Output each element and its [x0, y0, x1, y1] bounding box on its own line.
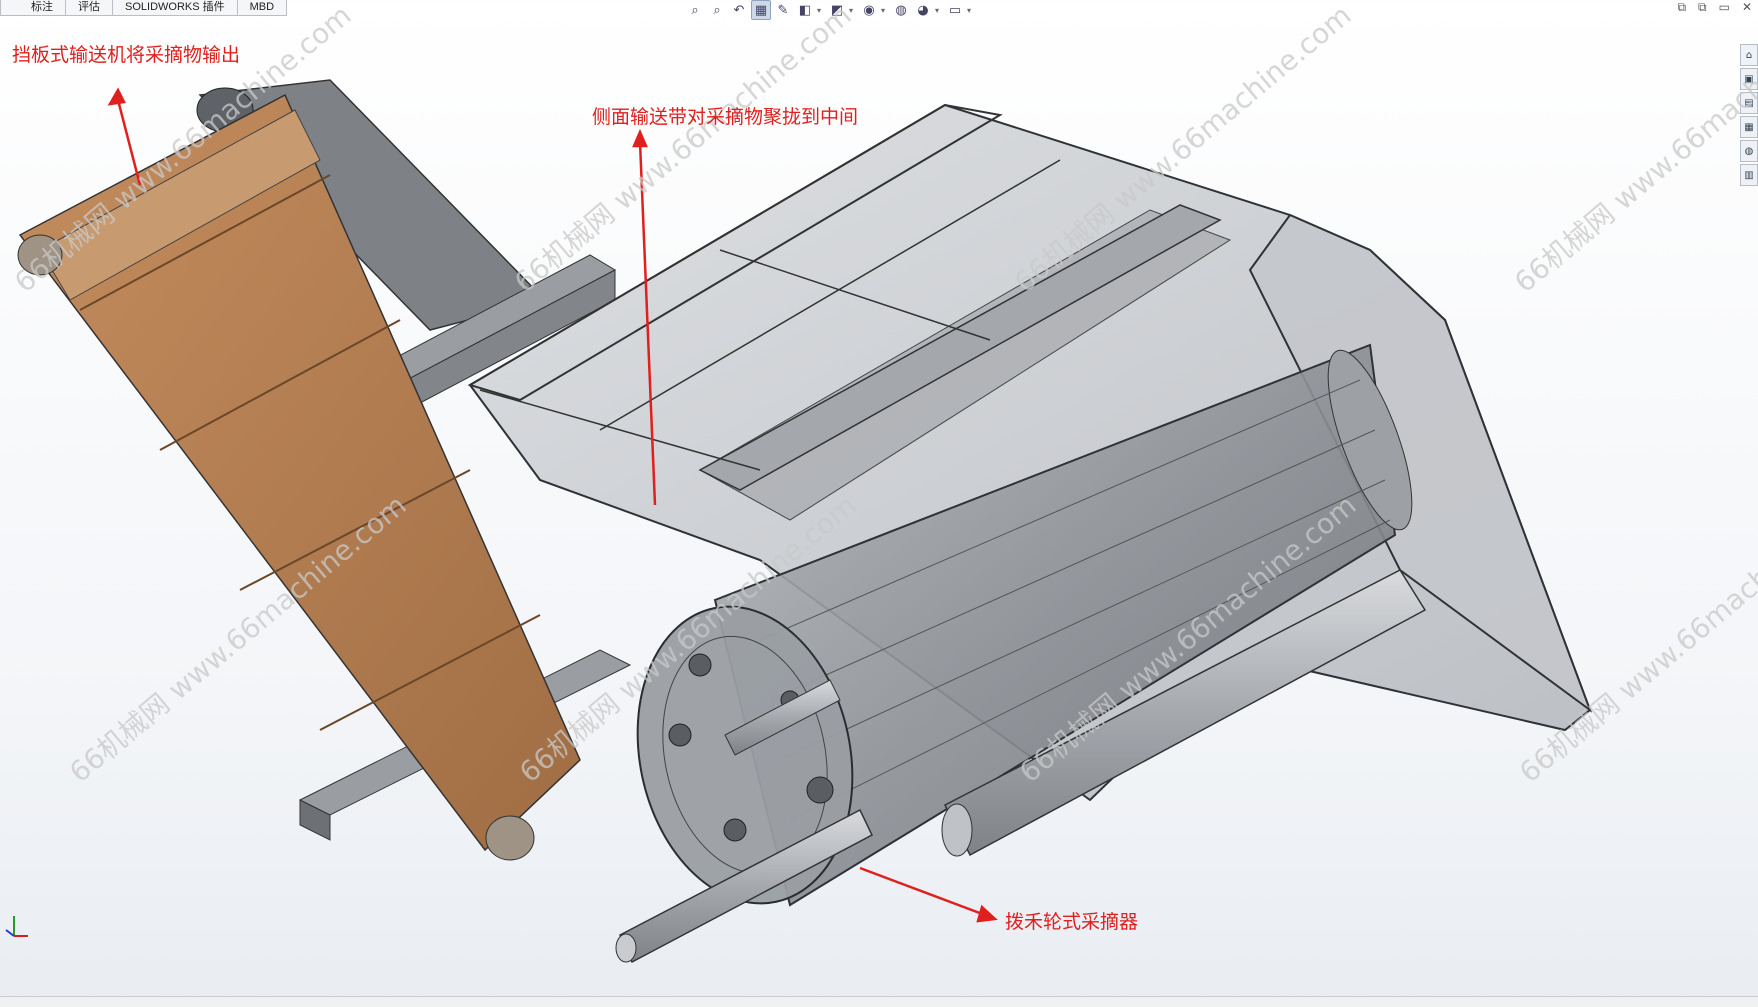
status-bar — [0, 996, 1758, 1007]
annotation-reel-picker: 拨禾轮式采摘器 — [1005, 911, 1139, 933]
annotation-side-belt: 侧面输送带对采摘物聚拢到中间 — [592, 106, 859, 128]
model-viewport[interactable] — [0, 0, 1758, 1006]
annotation-baffle-conveyor: 挡板式输送机将采摘物输出 — [12, 44, 241, 66]
baffle-conveyor-belt — [17, 93, 581, 861]
coordinate-triad-icon — [5, 916, 28, 937]
